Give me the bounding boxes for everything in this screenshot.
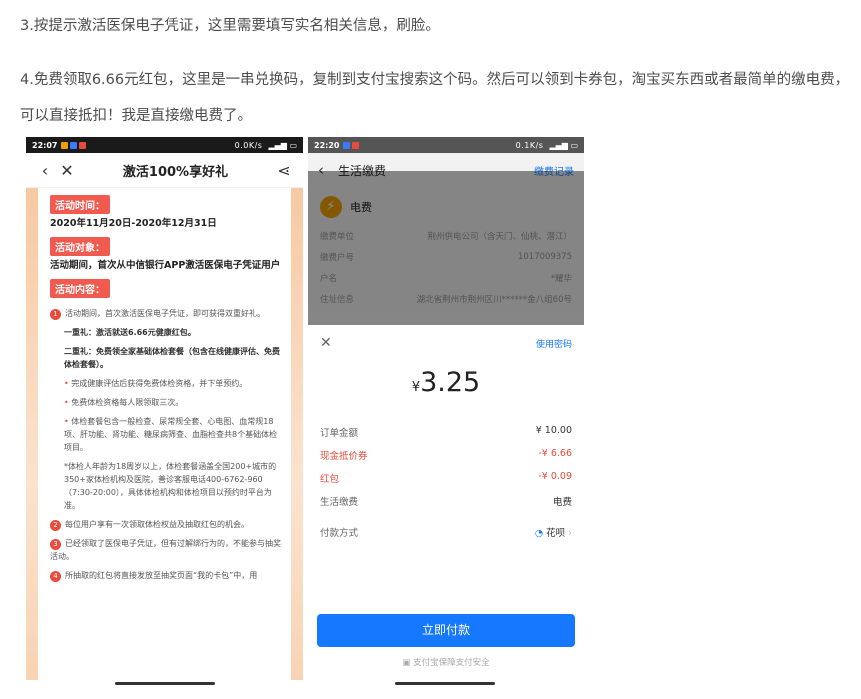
back-icon[interactable]: ‹ xyxy=(34,161,56,180)
notification-icon xyxy=(79,141,87,149)
screenshot-activation-page: 22:07 0.0K/s ▂▄▆ ▭ ‹ ✕ 激活100%享好礼 ⋖ 活动时间：… xyxy=(26,137,303,680)
list-item: 4 所抽取的红包将直接发放至抽奖页面“我的卡包”中，用 xyxy=(50,569,281,582)
share-icon[interactable]: ⋖ xyxy=(273,161,295,180)
pay-method-row[interactable]: 付款方式 ◔ 花呗 › xyxy=(320,525,572,539)
activity-time-value: 2020年11月20日-2020年12月31日 xyxy=(50,218,217,229)
status-bar: 22:07 0.0K/s ▂▄▆ ▭ xyxy=(26,137,303,153)
list-item: • 体检套餐包含一般检查、尿常规全套、心电图、血常规18项、肝功能、肾功能、糖尿… xyxy=(64,417,278,452)
list-item: • 完成健康评估后获得免费体检资格，并下单预约。 xyxy=(64,379,248,388)
article-paragraph-3: 3.按提示激活医保电子凭证，这里需要填写实名相关信息，刷脸。 xyxy=(20,18,440,34)
tag-activity-content: 活动内容： xyxy=(50,279,110,298)
service-row: 生活缴费 电费 xyxy=(320,497,572,508)
signal-battery-icon: ▂▄▆ ▭ xyxy=(268,140,297,150)
network-speed: 0.0K/s xyxy=(234,140,263,150)
close-icon[interactable]: ✕ xyxy=(56,161,78,180)
decor-strip xyxy=(26,188,38,680)
list-item: 1 活动期间，首次激活医保电子凭证，即可获得双重好礼。 xyxy=(50,307,281,320)
chevron-right-icon: › xyxy=(568,528,572,539)
huabei-icon: ◔ xyxy=(534,528,544,539)
tag-activity-time: 活动时间： xyxy=(50,195,110,214)
shield-icon: ▣ xyxy=(402,658,411,668)
decor-strip xyxy=(291,188,303,680)
close-icon[interactable]: ✕ xyxy=(320,335,332,351)
dim-overlay xyxy=(308,171,584,325)
tag-activity-target: 活动对象： xyxy=(50,237,110,256)
list-item: 2 每位用户享有一次领取体检权益及抽取红包的机会。 xyxy=(50,518,281,531)
redpack-row: 红包 -¥ 0.09 xyxy=(320,471,572,485)
status-bar: 22:20 0.1K/s ▂▄▆ ▭ xyxy=(308,137,584,153)
number-1-icon: 1 xyxy=(50,309,61,320)
activity-card: 活动时间： 2020年11月20日-2020年12月31日 活动对象： 活动期间… xyxy=(38,188,291,680)
home-indicator xyxy=(115,682,215,685)
gift-1: 一重礼：激活就送6.66元健康红包。 xyxy=(64,328,196,337)
page-title: 激活100%享好礼 xyxy=(122,164,229,180)
note: *体检人年龄为18周岁以上，体检套餐涵盖全国200+城市的350+家体检机构及医… xyxy=(64,462,277,510)
home-indicator xyxy=(395,682,495,685)
notification-icon xyxy=(70,141,78,149)
list-item: 3 已经领取了医保电子凭证，但有过解绑行为的，不能参与抽奖活动。 xyxy=(50,539,281,561)
use-password-link[interactable]: 使用密码 xyxy=(536,337,572,350)
pay-now-button[interactable]: 立即付款 xyxy=(317,614,575,647)
security-note: ▣ 支付宝保障支付安全 xyxy=(402,658,490,668)
signal-battery-icon: ▂▄▆ ▭ xyxy=(549,140,578,150)
notification-icon xyxy=(352,141,360,149)
status-time: 22:20 xyxy=(314,140,340,150)
nav-bar: ‹ ✕ 激活100%享好礼 ⋖ xyxy=(26,153,303,188)
coupon-row: 现金抵价券 -¥ 6.66 xyxy=(320,448,572,462)
notification-icon xyxy=(61,141,69,149)
status-time: 22:07 xyxy=(32,140,58,150)
notification-icon xyxy=(343,141,351,149)
activity-content: 活动时间： 2020年11月20日-2020年12月31日 活动对象： 活动期间… xyxy=(26,188,303,680)
number-3-icon: 3 xyxy=(50,539,61,550)
order-amount-row: 订单金额 ¥ 10.00 xyxy=(320,425,572,439)
list-item: • 免费体检资格每人限领取三次。 xyxy=(64,398,184,407)
activity-target-value: 活动期间，首次从中信银行APP激活医保电子凭证用户 xyxy=(50,260,281,271)
article-paragraph-4: 4.免费领取6.66元红包，这里是一串兑换码，复制到支付宝搜索这个码。然后可以领… xyxy=(20,72,850,124)
network-speed: 0.1K/s xyxy=(515,140,544,150)
number-2-icon: 2 xyxy=(50,520,61,531)
screenshot-payment-page: 22:20 0.1K/s ▂▄▆ ▭ ‹ 生活缴费 缴费记录 ⚡ 电费 缴费单位… xyxy=(308,137,584,680)
gift-2: 二重礼：免费领全家基础体检套餐（包含在线健康评估、免费体检套餐）。 xyxy=(64,347,280,369)
number-4-icon: 4 xyxy=(50,571,61,582)
payment-sheet: ✕ 使用密码 ¥3.25 订单金额 ¥ 10.00 现金抵价券 -¥ 6.66 红包… xyxy=(308,325,584,680)
pay-amount: ¥3.25 xyxy=(411,367,481,398)
